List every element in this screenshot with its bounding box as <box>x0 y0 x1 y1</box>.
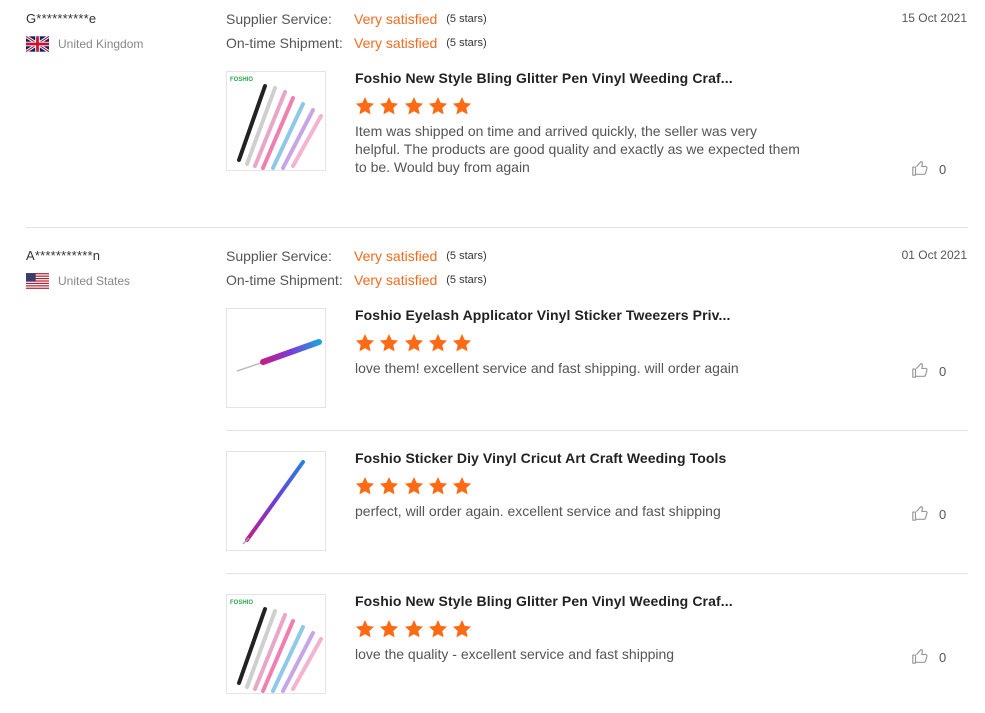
item-divider <box>226 573 968 574</box>
reviewer-country: United States <box>26 273 130 289</box>
star-icon <box>453 97 472 115</box>
star-rating <box>355 96 476 116</box>
star-icon <box>404 477 423 495</box>
star-icon <box>453 334 472 352</box>
star-icon <box>355 97 375 115</box>
supplier-service-stars: (5 stars) <box>446 13 487 25</box>
thumbs-up-icon <box>911 647 939 668</box>
helpful-count: 0 <box>939 507 947 522</box>
star-icon <box>453 477 472 495</box>
product-title[interactable]: Foshio New Style Bling Glitter Pen Vinyl… <box>355 70 733 86</box>
shipment-label: On-time Shipment: <box>226 272 343 288</box>
helpful-button[interactable]: 0 <box>911 504 946 525</box>
reviewer-country: United Kingdom <box>25 35 144 53</box>
review-comment: perfect, will order again. excellent ser… <box>355 503 721 519</box>
supplier-service-label: Supplier Service: <box>226 11 332 27</box>
shipment-row: On-time Shipment: Very satisfied (5 star… <box>226 35 487 51</box>
helpful-count: 0 <box>939 364 947 379</box>
thumbs-up-icon <box>911 159 939 180</box>
product-thumbnail[interactable]: FOSHIO <box>226 594 326 694</box>
star-icon <box>380 334 399 352</box>
star-rating <box>355 333 476 353</box>
review-date: 01 Oct 2021 <box>901 248 967 262</box>
thumbs-up-icon <box>911 361 939 382</box>
star-rating <box>355 619 476 639</box>
product-title[interactable]: Foshio New Style Bling Glitter Pen Vinyl… <box>355 593 733 609</box>
star-icon <box>380 620 399 638</box>
star-icon <box>428 620 447 638</box>
us-flag-icon <box>26 273 49 289</box>
star-icon <box>355 477 375 495</box>
star-icon <box>355 334 375 352</box>
shipment-stars: (5 stars) <box>446 274 487 286</box>
helpful-button[interactable]: 0 <box>911 159 946 180</box>
review-comment: Item was shipped on time and arrived qui… <box>355 123 800 175</box>
shipment-label: On-time Shipment: <box>226 35 343 51</box>
helpful-button[interactable]: 0 <box>911 647 946 668</box>
helpful-button[interactable]: 0 <box>911 361 946 382</box>
review-comment: love the quality - excellent service and… <box>355 646 675 662</box>
item-divider <box>226 430 968 431</box>
star-icon <box>380 97 399 115</box>
supplier-service-label: Supplier Service: <box>226 248 332 264</box>
star-icon <box>355 620 375 638</box>
shipment-value: Very satisfied <box>354 35 438 51</box>
shipment-stars: (5 stars) <box>446 37 487 49</box>
supplier-service-row: Supplier Service: Very satisfied (5 star… <box>226 248 487 264</box>
supplier-service-value: Very satisfied <box>354 248 438 264</box>
star-icon <box>428 334 447 352</box>
star-icon <box>404 97 423 115</box>
star-icon <box>380 477 399 495</box>
review-divider <box>26 227 968 228</box>
review-comment: love them! excellent service and fast sh… <box>355 360 739 376</box>
helpful-count: 0 <box>939 650 947 665</box>
star-icon <box>404 620 423 638</box>
brand-logo: FOSHIO <box>230 77 253 83</box>
review-date: 15 Oct 2021 <box>901 11 967 25</box>
shipment-row: On-time Shipment: Very satisfied (5 star… <box>226 272 487 288</box>
star-icon <box>453 620 472 638</box>
star-icon <box>428 477 447 495</box>
product-thumbnail[interactable]: FOSHIO <box>226 71 326 171</box>
helpful-count: 0 <box>939 162 947 177</box>
supplier-service-value: Very satisfied <box>354 11 438 27</box>
shipment-value: Very satisfied <box>354 272 438 288</box>
supplier-service-row: Supplier Service: Very satisfied (5 star… <box>226 11 487 27</box>
uk-flag-icon <box>25 35 50 53</box>
supplier-service-stars: (5 stars) <box>446 250 487 262</box>
product-title[interactable]: Foshio Sticker Diy Vinyl Cricut Art Craf… <box>355 450 726 466</box>
thumbs-up-icon <box>911 504 939 525</box>
product-thumbnail[interactable] <box>226 451 326 551</box>
brand-logo: FOSHIO <box>230 600 253 606</box>
product-title[interactable]: Foshio Eyelash Applicator Vinyl Sticker … <box>355 307 730 323</box>
country-label: United States <box>58 274 131 288</box>
star-icon <box>404 334 423 352</box>
country-label: United Kingdom <box>58 37 144 51</box>
star-icon <box>428 97 447 115</box>
reviewer-name: A***********n <box>26 248 101 263</box>
product-thumbnail[interactable] <box>226 308 326 408</box>
reviewer-name: G**********e <box>26 11 97 26</box>
star-rating <box>355 476 476 496</box>
